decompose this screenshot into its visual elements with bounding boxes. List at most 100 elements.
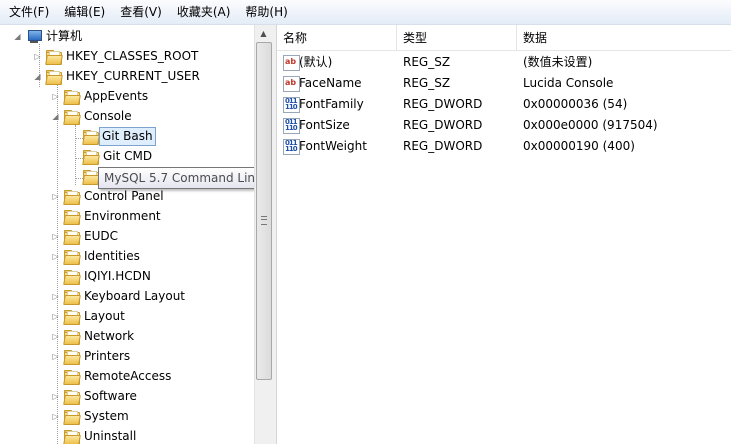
tree-node-environment[interactable]: Environment — [0, 207, 254, 227]
string-value-icon: ab — [283, 76, 300, 92]
tree-node-label: Console — [84, 109, 132, 123]
dword-value-icon: 011 110 — [283, 118, 300, 134]
tree-node-label: RemoteAccess — [84, 369, 172, 383]
dword-value-icon: 011 110 — [283, 97, 300, 113]
tree-node-computer[interactable]: ◢ 计算机 — [0, 27, 254, 47]
expand-arrow-icon[interactable]: ▷ — [51, 292, 60, 301]
tree-node-layout[interactable]: ▷ Layout — [0, 307, 254, 327]
folder-icon — [45, 50, 63, 65]
folder-icon — [63, 250, 81, 265]
table-row[interactable]: 011 110 FontSize REG_DWORD 0x000e0000 (91… — [277, 115, 731, 136]
tree-node-git-cmd[interactable]: Git CMD — [0, 147, 254, 167]
expand-arrow-icon[interactable]: ▷ — [51, 232, 60, 241]
value-type: REG_SZ — [403, 76, 451, 90]
value-name: (默认) — [299, 55, 333, 69]
string-value-icon: ab — [283, 55, 300, 71]
tree-scrollbar[interactable]: ▲ — [254, 25, 272, 444]
collapse-arrow-icon[interactable]: ◢ — [13, 32, 22, 41]
tree-node-label: Layout — [84, 309, 125, 323]
tree-node-label: Environment — [84, 209, 161, 223]
folder-icon — [63, 190, 81, 205]
tree-node-hkcu[interactable]: ◢ HKEY_CURRENT_USER — [0, 67, 254, 87]
tree-node-label: Keyboard Layout — [84, 289, 186, 303]
tree-node-label: Software — [84, 389, 137, 403]
value-data: 0x000e0000 (917504) — [523, 118, 658, 132]
expand-arrow-icon[interactable]: ▷ — [33, 52, 42, 61]
tree-node-git-bash[interactable]: Git Bash — [0, 127, 254, 147]
tree-node-network[interactable]: ▷ Network — [0, 327, 254, 347]
tree-node-label: System — [84, 409, 129, 423]
menu-file[interactable]: 文件(F) — [0, 1, 56, 23]
tree-node-console[interactable]: ◢ Console — [0, 107, 254, 127]
tree-node-appevents[interactable]: ▷ AppEvents — [0, 87, 254, 107]
expand-arrow-icon[interactable]: ▷ — [51, 252, 60, 261]
value-type: REG_DWORD — [403, 139, 483, 153]
dword-value-icon: 011 110 — [283, 139, 300, 155]
tree-node-uninstall[interactable]: Uninstall — [0, 427, 254, 444]
value-type: REG_DWORD — [403, 97, 483, 111]
menu-help[interactable]: 帮助(H) — [237, 1, 294, 23]
tree-node-hkcr[interactable]: ▷ HKEY_CLASSES_ROOT — [0, 47, 254, 67]
tree-node-label-selected: Git Bash — [99, 127, 156, 146]
value-name: FaceName — [299, 76, 362, 90]
folder-icon — [45, 70, 63, 85]
value-name: FontFamily — [299, 97, 364, 111]
column-header-data[interactable]: 数据 — [517, 25, 730, 50]
value-type: REG_DWORD — [403, 118, 483, 132]
expand-arrow-icon[interactable]: ▷ — [51, 332, 60, 341]
value-name: FontWeight — [299, 139, 367, 153]
table-row[interactable]: ab FaceName REG_SZ Lucida Console — [277, 73, 731, 94]
expand-arrow-icon[interactable]: ▷ — [51, 312, 60, 321]
folder-icon — [63, 430, 81, 444]
tree-node-iqiyi[interactable]: IQIYI.HCDN — [0, 267, 254, 287]
menu-view[interactable]: 查看(V) — [112, 1, 169, 23]
tree-node-label: Printers — [84, 349, 131, 363]
value-data: (数值未设置) — [523, 55, 593, 69]
collapse-arrow-icon[interactable]: ◢ — [33, 72, 42, 81]
folder-icon — [63, 90, 81, 105]
menu-bar: 文件(F) 编辑(E) 查看(V) 收藏夹(A) 帮助(H) — [0, 0, 731, 25]
menu-edit[interactable]: 编辑(E) — [56, 1, 112, 23]
tree-node-label: AppEvents — [84, 89, 149, 103]
table-row[interactable]: 011 110 FontWeight REG_DWORD 0x00000190 (… — [277, 136, 731, 157]
tree-node-keyboard-layout[interactable]: ▷ Keyboard Layout — [0, 287, 254, 307]
folder-icon — [63, 290, 81, 305]
column-header-type[interactable]: 类型 — [397, 25, 517, 50]
tree-node-software[interactable]: ▷ Software — [0, 387, 254, 407]
collapse-arrow-icon[interactable]: ◢ — [51, 112, 60, 121]
menu-favorites[interactable]: 收藏夹(A) — [169, 1, 238, 23]
value-data: Lucida Console — [523, 76, 614, 90]
folder-icon — [63, 410, 81, 425]
tree-node-printers[interactable]: ▷ Printers — [0, 347, 254, 367]
tree-node-system[interactable]: ▷ System — [0, 407, 254, 427]
folder-icon — [63, 310, 81, 325]
tree-node-label: Control Panel — [84, 189, 164, 203]
expand-arrow-icon[interactable]: ▷ — [51, 92, 60, 101]
folder-open-icon — [82, 130, 100, 145]
scroll-thumb[interactable] — [256, 42, 272, 380]
tree-node-label: Identities — [84, 249, 140, 263]
expand-arrow-icon[interactable]: ▷ — [51, 412, 60, 421]
expand-arrow-icon[interactable]: ▷ — [51, 352, 60, 361]
table-row[interactable]: 011 110 FontFamily REG_DWORD 0x00000036 (… — [277, 94, 731, 115]
folder-icon — [82, 150, 100, 165]
expand-arrow-icon[interactable]: ▷ — [51, 392, 60, 401]
tree-node-label: Uninstall — [84, 429, 137, 443]
tree-node-label: IQIYI.HCDN — [84, 269, 151, 283]
tree-node-identities[interactable]: ▷ Identities — [0, 247, 254, 267]
tree-node-remoteaccess[interactable]: RemoteAccess — [0, 367, 254, 387]
table-row[interactable]: ab (默认) REG_SZ (数值未设置) — [277, 52, 731, 73]
registry-tree[interactable]: ◢ 计算机 ▷ HKEY_CLASSES_ROOT ◢ HKEY_CURRENT… — [0, 25, 254, 444]
folder-icon — [63, 110, 81, 125]
folder-icon — [63, 230, 81, 245]
values-list[interactable]: 名称 类型 数据 ab (默认) REG_SZ (数值未设置) ab FaceN… — [277, 25, 731, 444]
value-data: 0x00000036 (54) — [523, 97, 628, 111]
list-header: 名称 类型 数据 — [277, 25, 731, 51]
folder-icon — [63, 370, 81, 385]
tree-node-label: Network — [84, 329, 135, 343]
tree-node-eudc[interactable]: ▷ EUDC — [0, 227, 254, 247]
scroll-up-arrow-icon[interactable]: ▲ — [255, 25, 272, 42]
expand-arrow-icon[interactable]: ▷ — [51, 192, 60, 201]
tree-node-control-panel[interactable]: ▷ Control Panel — [0, 187, 254, 207]
column-header-name[interactable]: 名称 — [277, 25, 397, 50]
